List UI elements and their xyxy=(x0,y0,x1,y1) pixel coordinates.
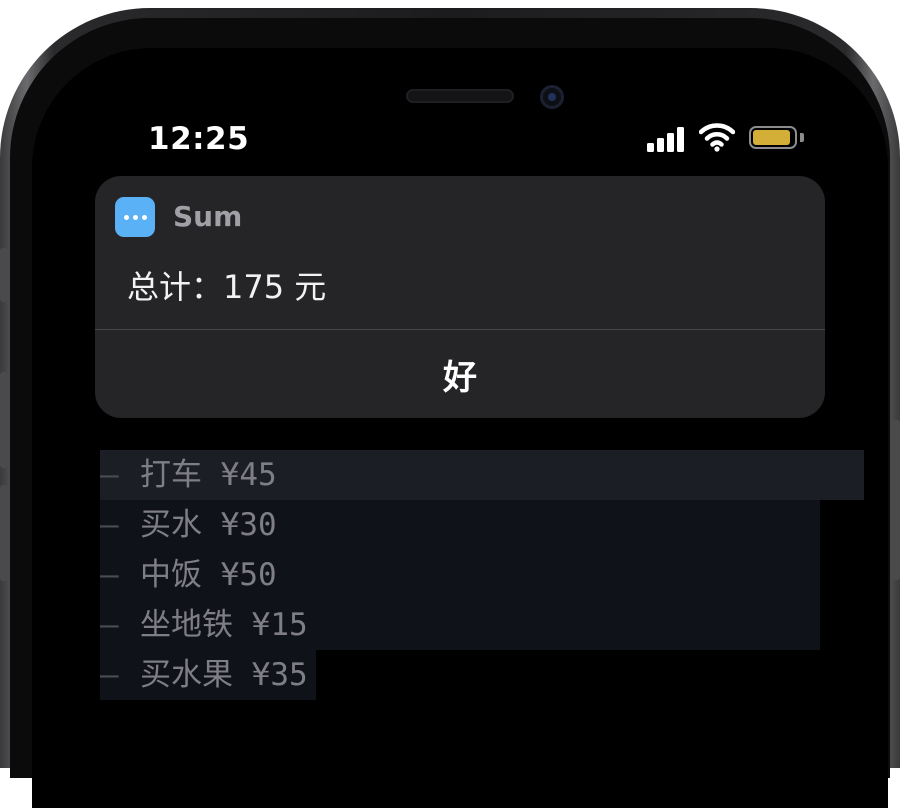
volume-up-button xyxy=(0,372,8,468)
more-dots-icon xyxy=(115,197,155,237)
shortcut-result-alert: Sum 总计：175 元 好 xyxy=(95,176,825,418)
mute-switch xyxy=(0,248,8,302)
app-name: Sum xyxy=(173,200,243,233)
list-dash: — xyxy=(100,507,119,543)
cellular-signal-icon xyxy=(647,126,687,152)
battery-level xyxy=(753,130,790,145)
list-dash: — xyxy=(100,657,119,693)
list-dash: — xyxy=(100,457,119,493)
list-item-text: 打车 ¥45 xyxy=(140,457,277,493)
volume-down-button xyxy=(0,485,8,581)
earpiece-speaker xyxy=(406,89,514,103)
list-item-text: 坐地铁 ¥15 xyxy=(140,607,308,643)
battery-cap xyxy=(800,133,804,142)
list-item: — 买水 ¥30 xyxy=(100,500,820,550)
list-item: — 买水果 ¥35 xyxy=(100,650,316,700)
ok-button[interactable]: 好 xyxy=(95,330,825,418)
phone-screen: 12:25 — 打车 ¥45 — 买水 ¥30 — 中饭 ¥50 — 坐地铁 ¥… xyxy=(32,48,888,808)
alert-message: 总计：175 元 xyxy=(127,268,327,306)
list-item-text: 中饭 ¥50 xyxy=(140,557,277,593)
list-item: — 中饭 ¥50 xyxy=(100,550,820,600)
list-item: — 坐地铁 ¥15 xyxy=(100,600,820,650)
wifi-icon xyxy=(699,123,735,152)
phone-bezel: 12:25 — 打车 ¥45 — 买水 ¥30 — 中饭 ¥50 — 坐地铁 ¥… xyxy=(10,18,890,808)
power-button xyxy=(892,420,900,580)
list-item-text: 买水果 ¥35 xyxy=(140,657,308,693)
status-time: 12:25 xyxy=(148,121,250,157)
list-item: — 打车 ¥45 xyxy=(100,450,864,500)
list-item-text: 买水 ¥30 xyxy=(140,507,277,543)
list-dash: — xyxy=(100,557,119,593)
battery-icon xyxy=(749,126,797,149)
front-camera-icon xyxy=(540,85,564,109)
list-dash: — xyxy=(100,607,119,643)
